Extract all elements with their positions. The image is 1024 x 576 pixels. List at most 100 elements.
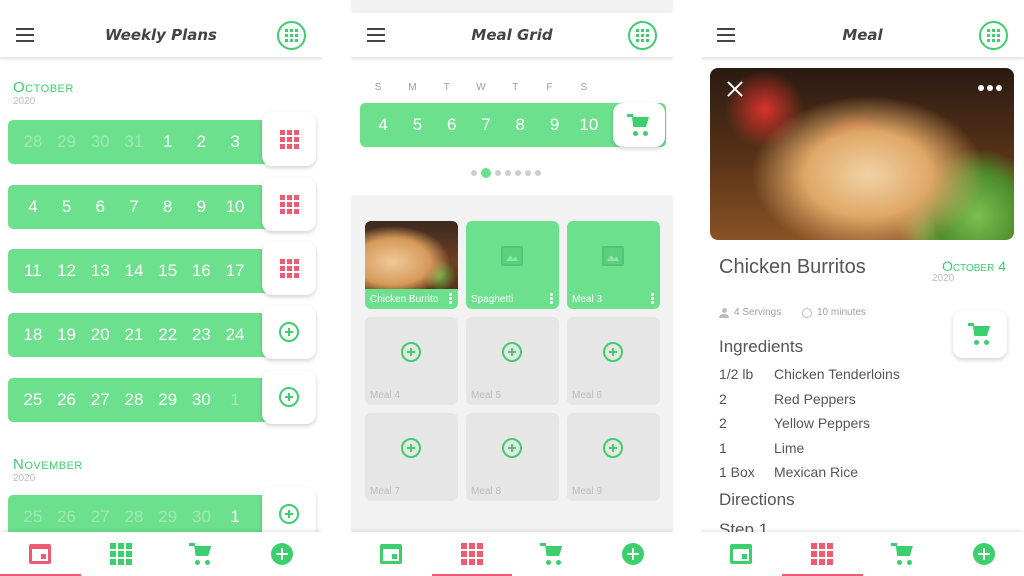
day-number[interactable]: 9: [540, 115, 570, 135]
view-week-grid-button[interactable]: [262, 177, 316, 231]
tab-add[interactable]: [943, 532, 1024, 576]
tab-meal-grid[interactable]: [81, 532, 162, 576]
day-number: 13: [90, 261, 110, 280]
grid-view-button[interactable]: [979, 21, 1008, 50]
week-row[interactable]: 4 5 6 7 8 9 10: [8, 177, 316, 231]
day-number[interactable]: 4: [368, 115, 398, 135]
cart-icon: [627, 114, 651, 136]
weekday-label: M: [408, 82, 417, 93]
add-icon: [502, 438, 522, 458]
tab-add[interactable]: [242, 532, 323, 576]
tab-add[interactable]: [593, 532, 674, 576]
add-icon: [972, 543, 995, 565]
page-dot[interactable]: [471, 170, 477, 176]
add-week-plan-button[interactable]: [262, 305, 316, 359]
week-row[interactable]: 25 26 27 28 29 30 1: [8, 370, 316, 424]
week-row[interactable]: 28 29 30 31 1 2 3: [8, 112, 316, 166]
tab-shopping-cart[interactable]: [863, 532, 944, 576]
weekday-label: S: [374, 82, 382, 93]
day-number: 28: [23, 132, 43, 151]
meal-thumbnail: [365, 221, 458, 289]
ingredient-qty: 1 Box: [719, 464, 755, 481]
more-options-icon[interactable]: [449, 293, 452, 305]
day-number: 29: [57, 132, 76, 151]
more-options-icon[interactable]: [550, 293, 553, 305]
meal-tile[interactable]: Chicken Burrito: [365, 221, 458, 309]
add-to-cart-button[interactable]: [953, 310, 1007, 358]
day-number: 21: [124, 325, 144, 344]
meal-tile[interactable]: Meal 4: [365, 317, 458, 405]
tab-calendar[interactable]: [351, 532, 432, 576]
year-label: 2020: [13, 473, 36, 484]
day-number: 1: [230, 507, 240, 526]
shopping-cart-button[interactable]: [613, 103, 665, 147]
ingredient-row: 1 Lime: [719, 440, 804, 456]
add-icon: [279, 504, 299, 524]
page-dot[interactable]: [481, 168, 491, 178]
grid-view-button[interactable]: [277, 21, 306, 50]
day-number: 9: [196, 197, 207, 216]
day-number[interactable]: 6: [437, 115, 467, 135]
meal-tile[interactable]: Spaghetti: [466, 221, 559, 309]
more-options-icon[interactable]: [651, 293, 654, 305]
page-dot[interactable]: [535, 170, 541, 176]
ingredient-name: Yellow Peppers: [774, 415, 870, 432]
cart-icon: [890, 543, 915, 565]
meal-tile[interactable]: Meal 7: [365, 413, 458, 501]
day-number: 4: [28, 197, 38, 216]
tab-meal-grid[interactable]: [781, 532, 863, 576]
close-icon[interactable]: [726, 80, 744, 98]
meal-tile[interactable]: Meal 8: [466, 413, 559, 501]
more-options-icon[interactable]: [978, 85, 1002, 91]
grid-icon: [109, 543, 132, 565]
image-placeholder-icon: [501, 246, 523, 266]
view-week-grid-button[interactable]: [262, 241, 316, 295]
day-number: 11: [24, 261, 42, 280]
tab-calendar[interactable]: [0, 532, 81, 576]
meal-tile[interactable]: Meal 9: [567, 413, 660, 501]
ingredient-qty: 2: [719, 390, 727, 407]
add-icon: [279, 322, 299, 342]
ingredient-name: Lime: [774, 439, 805, 456]
add-icon: [621, 543, 644, 565]
day-number[interactable]: 8: [505, 115, 535, 135]
day-number: 2: [196, 132, 207, 151]
tab-meal-grid[interactable]: [431, 532, 513, 576]
meal-label: Meal 4: [370, 390, 401, 401]
week-row[interactable]: 18 19 20 21 22 23 24: [8, 305, 316, 359]
meal-tile[interactable]: Meal 6: [567, 317, 660, 405]
day-number: 30: [191, 390, 211, 409]
day-number: 27: [90, 507, 110, 526]
day-number[interactable]: 5: [402, 115, 432, 135]
page-dot[interactable]: [495, 170, 501, 176]
ingredient-name: Mexican Rice: [774, 464, 859, 481]
calendar-icon: [380, 544, 403, 564]
view-week-grid-button[interactable]: [262, 112, 316, 166]
week-row[interactable]: 4 5 6 7 8 9 10: [360, 103, 666, 147]
page-title: Meal Grid: [471, 26, 553, 44]
week-row[interactable]: 11 12 13 14 15 16 17: [8, 241, 316, 295]
add-icon: [401, 342, 421, 362]
bottom-nav: [351, 532, 673, 576]
tab-calendar[interactable]: [701, 532, 782, 576]
add-week-plan-button[interactable]: [262, 370, 316, 424]
meal-tile[interactable]: Meal 5: [466, 317, 559, 405]
meal-label: Meal 7: [370, 486, 401, 497]
page-dot[interactable]: [515, 170, 521, 176]
day-number: 23: [191, 325, 211, 344]
page-dot[interactable]: [525, 170, 531, 176]
bottom-nav: [701, 532, 1024, 576]
year-label: 2020: [13, 96, 36, 107]
meal-tile[interactable]: Meal 3: [567, 221, 660, 309]
day-number[interactable]: 7: [471, 115, 501, 135]
grid-icon: [279, 129, 299, 149]
day-number: 20: [90, 325, 110, 344]
day-number[interactable]: 10: [574, 115, 604, 135]
tab-shopping-cart[interactable]: [161, 532, 242, 576]
person-icon: [719, 307, 729, 318]
grid-view-button[interactable]: [628, 21, 657, 50]
day-number: 29: [158, 390, 178, 409]
tab-shopping-cart[interactable]: [512, 532, 593, 576]
prep-time: 10 minutes: [802, 307, 866, 318]
page-dot[interactable]: [505, 170, 511, 176]
